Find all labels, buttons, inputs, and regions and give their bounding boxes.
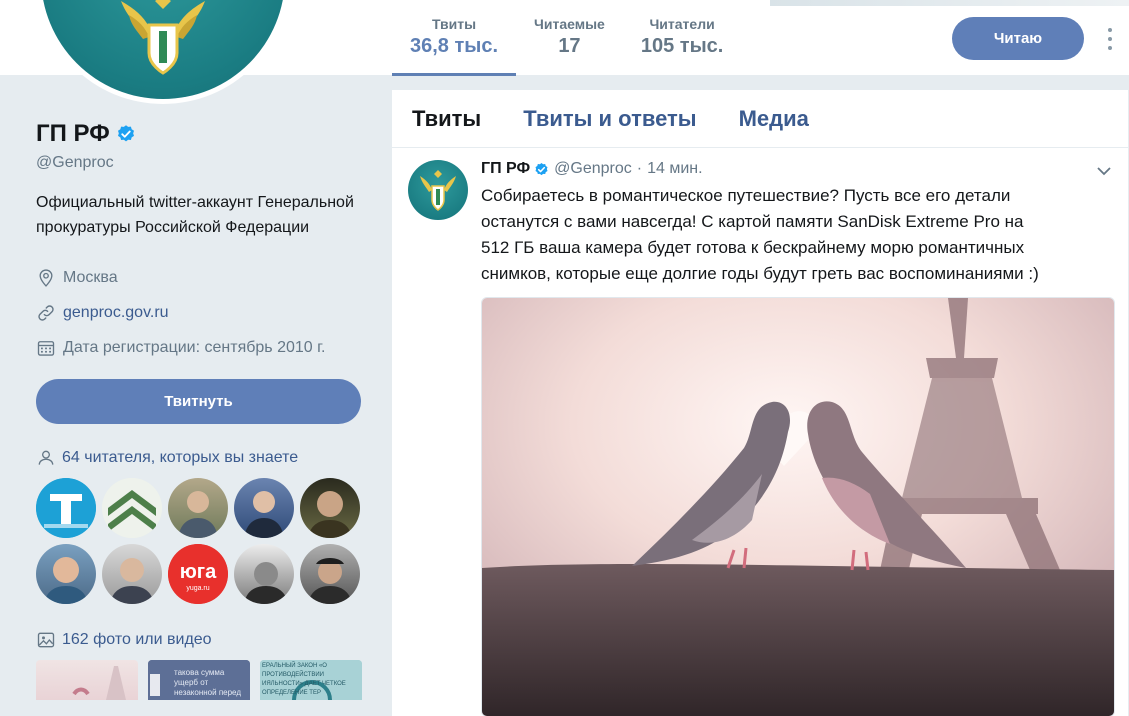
- media-thumbnail[interactable]: таковa сумма ущерб от незаконной перед: [148, 660, 250, 700]
- yuga-logo-text: югa: [180, 561, 217, 583]
- stat-followers-label: Читатели: [649, 16, 715, 32]
- stat-following-value: 17: [558, 35, 581, 57]
- photos-videos-link[interactable]: 162 фото или видео: [36, 630, 366, 650]
- tweet-author-name[interactable]: ГП РФ: [481, 160, 530, 178]
- stat-followers[interactable]: Читатели 105 тыс.: [623, 0, 741, 76]
- follower-avatar[interactable]: [300, 544, 360, 604]
- stat-tweets-label: Твиты: [432, 16, 477, 32]
- tab-media[interactable]: Медиа: [739, 106, 809, 132]
- timeline: Твиты Твиты и ответы Медиа ГП РФ @Genpro…: [392, 90, 1128, 716]
- follower-avatar[interactable]: [36, 478, 96, 538]
- timeline-tabs: Твиты Твиты и ответы Медиа: [392, 90, 1128, 148]
- tweet-timestamp[interactable]: 14 мин.: [647, 160, 702, 178]
- thumbnail-caption: таковa сумма ущерб от незаконной перед: [174, 668, 241, 697]
- location-pin-icon: [39, 268, 53, 287]
- profile-bio: Официальный twitter-аккаунт Генеральной …: [36, 194, 354, 236]
- link-icon: [38, 304, 54, 321]
- profile-website[interactable]: genproc.gov.ru: [36, 295, 366, 330]
- media-thumbnail[interactable]: [36, 660, 138, 700]
- follower-avatar[interactable]: [36, 544, 96, 604]
- profile-handle[interactable]: @Genproc: [36, 154, 366, 172]
- separator-dot: ·: [636, 160, 643, 177]
- yuga-logo-subtext: yuga.ru: [186, 585, 209, 592]
- pigeons-eiffel-photo: [482, 298, 1114, 716]
- banner-edge: [770, 0, 1129, 6]
- tweet-photo[interactable]: [481, 297, 1115, 716]
- follower-avatar[interactable]: [234, 544, 294, 604]
- follower-avatar[interactable]: [234, 478, 294, 538]
- profile-stats: Твиты 36,8 тыс. Читаемые 17 Читатели 105…: [392, 0, 741, 76]
- image-icon: [37, 632, 55, 648]
- tweet-to-button[interactable]: Твитнуть: [36, 379, 361, 424]
- calendar-icon: [37, 340, 55, 356]
- followers-you-know-text[interactable]: 64 читателя, которых вы знаете: [62, 449, 298, 467]
- stat-tweets-value: 36,8 тыс.: [410, 35, 499, 57]
- follower-avatar[interactable]: [102, 478, 162, 538]
- profile-location: Москва: [36, 260, 366, 295]
- following-button[interactable]: Читаю: [952, 17, 1084, 60]
- follower-avatar[interactable]: [102, 544, 162, 604]
- location-text: Москва: [63, 268, 118, 286]
- profile-joined: Дата регистрации: сентябрь 2010 г.: [36, 330, 366, 365]
- website-link[interactable]: genproc.gov.ru: [63, 304, 169, 322]
- tweet-author-avatar[interactable]: [408, 160, 468, 220]
- follower-avatar[interactable]: [168, 478, 228, 538]
- thumbnail-caption: ЕРАЛЬНЫЙ ЗАКОН «О ПРОТИВОДЕЙСТВИИ ИЯЛЬНО…: [262, 663, 346, 696]
- media-thumbnails: таковa сумма ущерб от незаконной перед Е…: [36, 660, 366, 700]
- follower-avatars-grid: югa yuga.ru: [36, 478, 366, 604]
- follower-avatar[interactable]: [300, 478, 360, 538]
- tweet-text: Собираетесь в романтическое путешествие?…: [481, 186, 1039, 283]
- prosecutor-emblem-icon: [420, 170, 456, 211]
- stat-followers-value: 105 тыс.: [640, 35, 724, 57]
- follower-avatar-yuga[interactable]: югa yuga.ru: [168, 544, 228, 604]
- person-icon: [38, 450, 54, 465]
- tweet-header: ГП РФ @Genproc · 14 мин.: [481, 158, 1112, 180]
- profile-name: ГП РФ: [36, 120, 110, 147]
- followers-you-know[interactable]: 64 читателя, которых вы знаете: [36, 448, 366, 468]
- verified-badge-icon: [535, 162, 548, 175]
- more-options-icon[interactable]: [1104, 28, 1116, 50]
- stat-tweets[interactable]: Твиты 36,8 тыс.: [392, 0, 517, 76]
- tweet[interactable]: ГП РФ @Genproc · 14 мин. Собираетесь в р…: [392, 148, 1128, 716]
- profile-sidebar: ГП РФ @Genproc Официальный twitter-аккау…: [36, 120, 366, 700]
- joined-text: Дата регистрации: сентябрь 2010 г.: [63, 338, 326, 356]
- media-thumbnail[interactable]: ЕРАЛЬНЫЙ ЗАКОН «О ПРОТИВОДЕЙСТВИИ ИЯЛЬНО…: [260, 660, 362, 700]
- verified-badge-icon: [117, 125, 134, 142]
- profile-meta: Москва genproc.gov.ru Дата регистрации: …: [36, 260, 366, 365]
- stat-following[interactable]: Читаемые 17: [516, 0, 623, 76]
- stat-following-label: Читаемые: [534, 16, 605, 32]
- chevron-down-icon[interactable]: [1096, 166, 1112, 176]
- tab-tweets-and-replies[interactable]: Твиты и ответы: [523, 106, 696, 132]
- profile-avatar[interactable]: [36, 0, 290, 104]
- media-count-text[interactable]: 162 фото или видео: [62, 631, 212, 649]
- tab-tweets[interactable]: Твиты: [412, 106, 481, 132]
- prosecutor-emblem-icon: [121, 0, 205, 75]
- tweet-author-handle[interactable]: @Genproc: [554, 160, 632, 178]
